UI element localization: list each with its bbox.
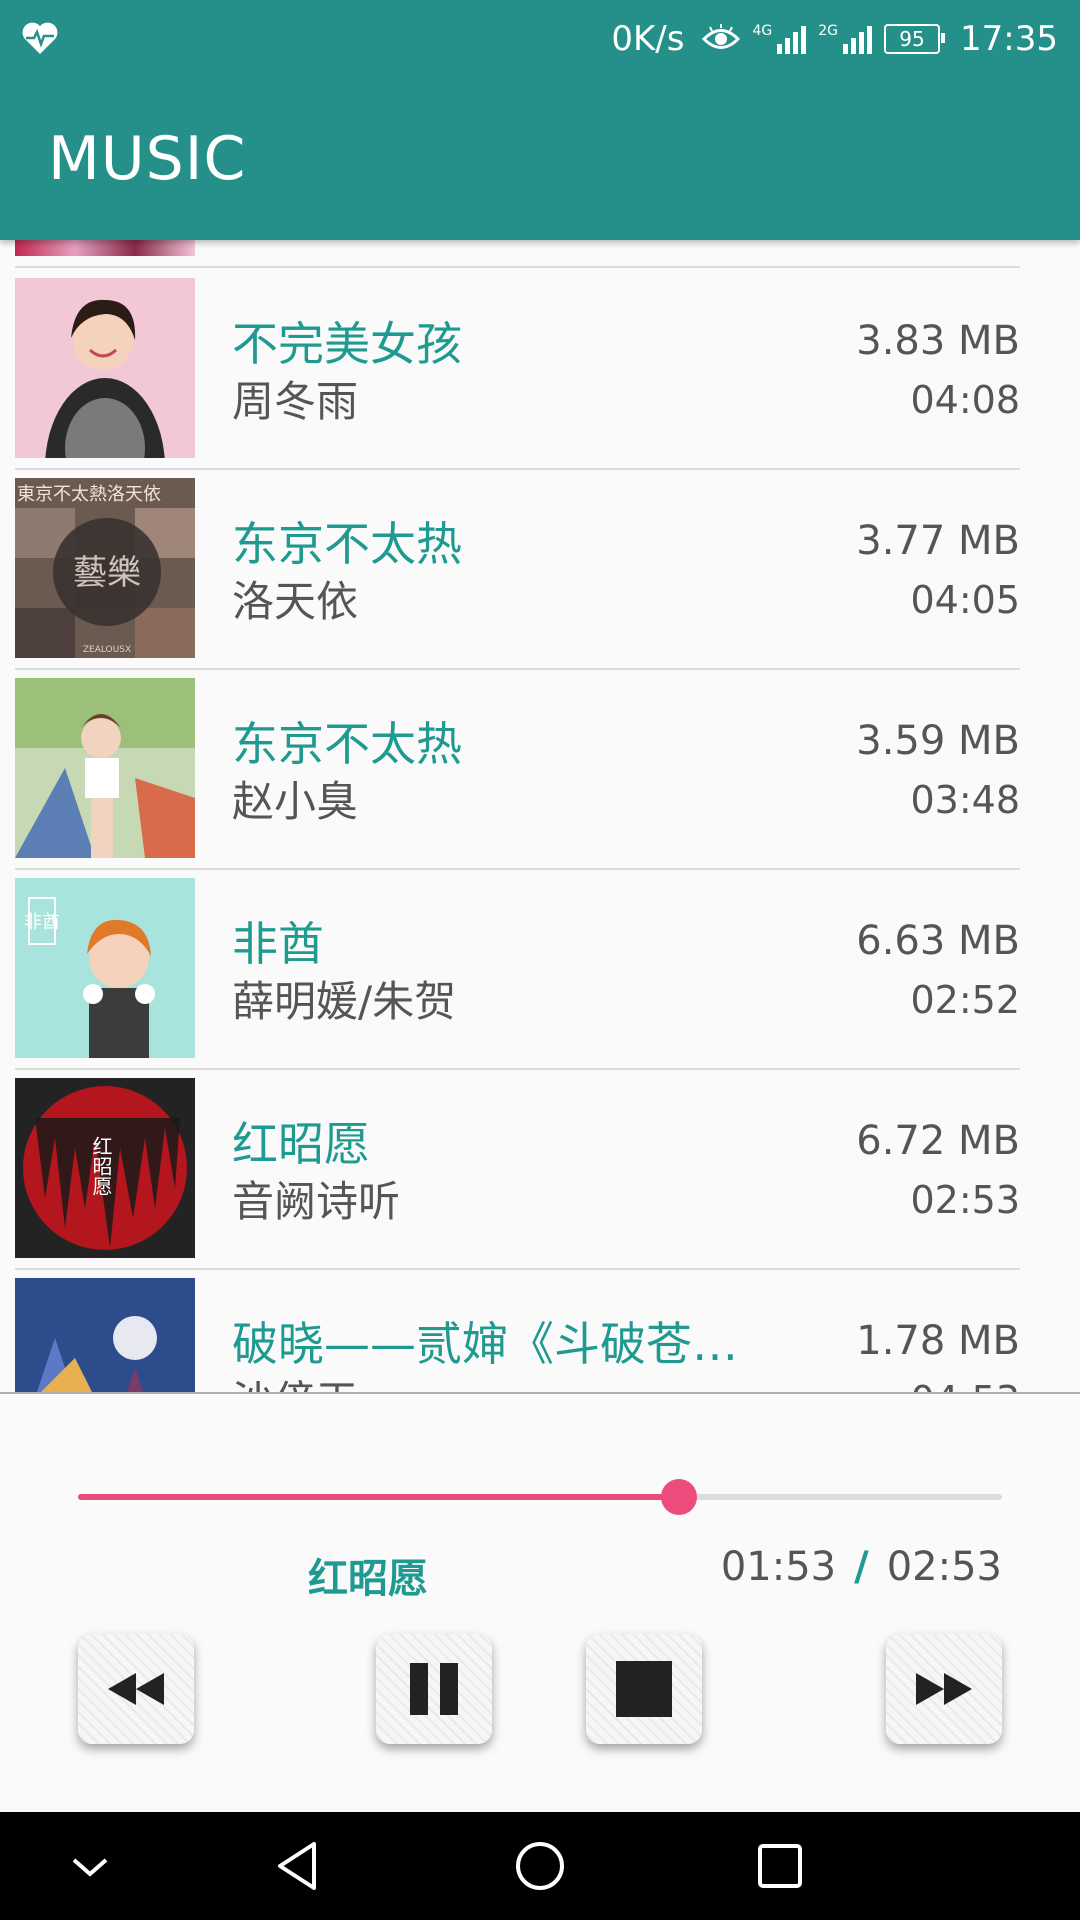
playback-time: 01:53 / 02:53 bbox=[721, 1544, 1002, 1590]
song-size: 3.77 MB bbox=[856, 518, 1020, 564]
chevron-down-icon[interactable] bbox=[60, 1836, 120, 1896]
song-artist: 沙傍王 bbox=[232, 1368, 358, 1392]
album-art: 非酋 bbox=[15, 878, 195, 1058]
song-title: 红昭愿 bbox=[232, 1117, 370, 1171]
album-art bbox=[15, 678, 195, 858]
status-time: 17:35 bbox=[960, 19, 1058, 59]
app-bar: MUSIC bbox=[0, 76, 1080, 240]
song-duration: 02:52 bbox=[910, 978, 1020, 1022]
fast-forward-icon bbox=[916, 1673, 972, 1705]
album-art: 红昭愿 bbox=[15, 1078, 195, 1258]
song-row[interactable]: 不完美女孩 周冬雨 3.83 MB 04:08 bbox=[0, 270, 1080, 470]
status-bar: 0K/s 4G 2G 95 17:35 bbox=[0, 0, 1080, 76]
seek-bar-thumb[interactable] bbox=[660, 1479, 697, 1515]
song-size: 1.78 MB bbox=[856, 1318, 1020, 1364]
stop-icon bbox=[616, 1661, 672, 1717]
album-art-text: 東京不太熱洛天依 bbox=[17, 484, 161, 505]
song-size: 3.59 MB bbox=[856, 718, 1020, 764]
album-art-text: 红昭愿 bbox=[89, 1136, 113, 1196]
album-art-partial bbox=[15, 240, 195, 256]
now-playing-title: 红昭愿 bbox=[308, 1556, 428, 1602]
seek-bar[interactable] bbox=[78, 1479, 1002, 1515]
stop-button[interactable] bbox=[586, 1634, 702, 1744]
song-duration: 04:53 bbox=[910, 1378, 1020, 1392]
song-title: 破晓——贰婶《斗破苍… bbox=[232, 1317, 738, 1371]
rewind-button[interactable] bbox=[78, 1634, 194, 1744]
album-art-text: 非酋 bbox=[24, 912, 60, 933]
page-title: MUSIC bbox=[48, 124, 247, 194]
recents-icon[interactable] bbox=[750, 1836, 810, 1896]
song-artist: 音阙诗听 bbox=[232, 1177, 401, 1226]
pause-icon bbox=[410, 1663, 458, 1715]
song-row[interactable]: 非酋 非酋 薛明媛/朱贺 6.63 MB 02:52 bbox=[0, 870, 1080, 1070]
signal-icon: 4G bbox=[752, 24, 807, 54]
song-size: 6.63 MB bbox=[856, 918, 1020, 964]
album-art: 東京不太熱洛天依 藝樂 ZEALOUSX bbox=[15, 478, 195, 658]
time-separator: / bbox=[854, 1544, 869, 1590]
album-art-badge: 藝樂 bbox=[73, 553, 141, 593]
rewind-icon bbox=[108, 1673, 164, 1705]
seek-bar-progress bbox=[78, 1494, 679, 1500]
fast-forward-button[interactable] bbox=[886, 1634, 1002, 1744]
back-icon[interactable] bbox=[270, 1836, 330, 1896]
song-size: 3.83 MB bbox=[856, 318, 1020, 364]
battery-icon: 95 bbox=[884, 24, 946, 54]
song-duration: 04:08 bbox=[910, 378, 1020, 422]
song-artist: 洛天依 bbox=[232, 577, 359, 626]
divider bbox=[15, 266, 1020, 268]
heart-pulse-icon bbox=[22, 22, 58, 54]
total-time: 02:53 bbox=[886, 1544, 1002, 1590]
album-art bbox=[15, 278, 195, 458]
song-artist: 周冬雨 bbox=[232, 377, 359, 426]
eye-icon bbox=[702, 24, 741, 49]
home-icon[interactable] bbox=[510, 1836, 570, 1896]
album-art bbox=[15, 1278, 195, 1392]
song-duration: 02:53 bbox=[910, 1178, 1020, 1222]
song-title: 东京不太热 bbox=[232, 517, 462, 571]
song-list[interactable]: 不完美女孩 周冬雨 3.83 MB 04:08 東京不太熱洛天依 藝樂 ZEAL… bbox=[0, 240, 1080, 1392]
song-size: 6.72 MB bbox=[856, 1118, 1020, 1164]
song-row[interactable]: 东京不太热 赵小臭 3.59 MB 03:48 bbox=[0, 670, 1080, 870]
song-row[interactable]: 破晓——贰婶《斗破苍… 沙傍王 1.78 MB 04:53 bbox=[0, 1270, 1080, 1392]
signal-icon-secondary: 2G bbox=[818, 24, 873, 54]
song-row[interactable]: 红昭愿 红昭愿 音阙诗听 6.72 MB 02:53 bbox=[0, 1070, 1080, 1270]
song-duration: 04:05 bbox=[910, 578, 1020, 622]
song-duration: 03:48 bbox=[910, 778, 1020, 822]
song-artist: 赵小臭 bbox=[232, 777, 359, 826]
navigation-bar bbox=[0, 1812, 1080, 1920]
current-time: 01:53 bbox=[720, 1544, 837, 1590]
song-title: 非酋 bbox=[232, 917, 324, 971]
song-artist: 薛明媛/朱贺 bbox=[232, 977, 457, 1026]
player-panel: 红昭愿 01:53 / 02:53 bbox=[0, 1394, 1080, 1812]
album-art-caption: ZEALOUSX bbox=[83, 645, 131, 655]
pause-button[interactable] bbox=[376, 1634, 492, 1744]
song-row[interactable]: 東京不太熱洛天依 藝樂 ZEALOUSX 东京不太热 洛天依 3.77 MB 0… bbox=[0, 470, 1080, 670]
song-title: 不完美女孩 bbox=[232, 317, 462, 371]
network-speed: 0K/s bbox=[611, 19, 685, 59]
song-title: 东京不太热 bbox=[232, 717, 462, 771]
